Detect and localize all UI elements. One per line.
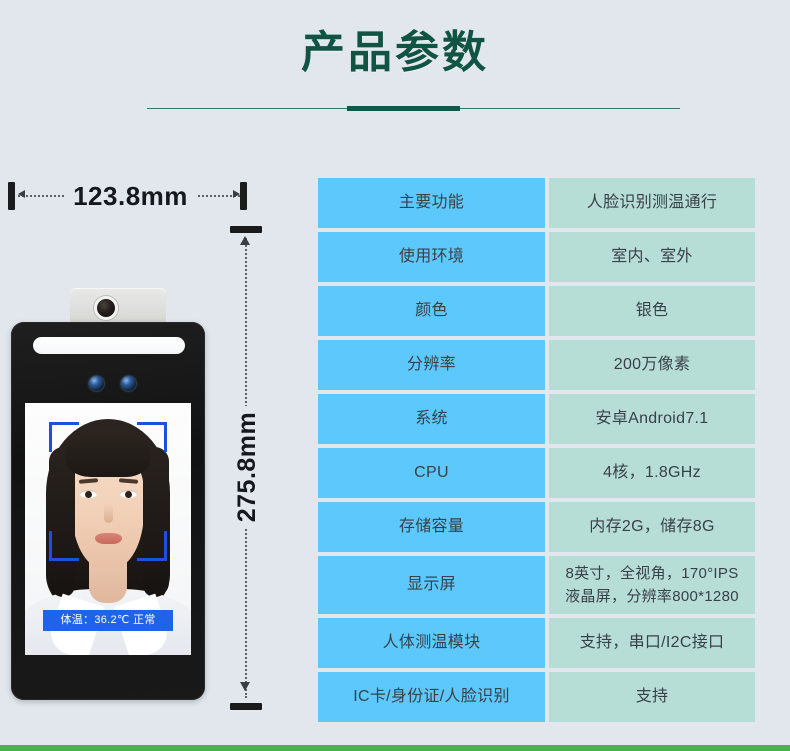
camera-lens-icon [89, 376, 104, 391]
frame-corner-top-left-icon [49, 422, 79, 452]
table-row: IC卡/身份证/人脸识别 支持 [318, 672, 755, 722]
width-dimension: 123.8mm [8, 174, 253, 218]
height-dimension-label: 275.8mm [218, 376, 276, 558]
title-divider [147, 104, 680, 114]
height-dimension-value: 275.8mm [233, 405, 261, 529]
temperature-result-banner: 体温：36.2℃ 正常 [43, 610, 173, 631]
page-header: 产品参数 [0, 0, 790, 140]
height-dimension-cap-bottom [230, 703, 262, 710]
bottom-accent-strip [0, 745, 790, 751]
table-row: 显示屏 8英寸，全视角，170°IPS 液晶屏，分辨率800*1280 [318, 556, 755, 614]
spec-value-cell: 8英寸，全视角，170°IPS 液晶屏，分辨率800*1280 [549, 556, 755, 614]
spec-key-cell: IC卡/身份证/人脸识别 [318, 672, 545, 722]
table-row: 存储容量 内存2G，储存8G [318, 502, 755, 552]
fill-light-bar [33, 337, 185, 354]
table-row: 使用环境 室内、室外 [318, 232, 755, 282]
camera-lens-icon [121, 376, 136, 391]
device-illustration-panel: 123.8mm 275.8mm 体温：36.2℃ 正常 [0, 160, 300, 730]
table-row: 主要功能 人脸识别测温通行 [318, 178, 755, 228]
device-body: 体温：36.2℃ 正常 [11, 322, 205, 700]
table-row: CPU 4核，1.8GHz [318, 448, 755, 498]
thermal-lens-icon [94, 296, 118, 320]
spec-key-cell: 主要功能 [318, 178, 545, 228]
spec-value-cell: 内存2G，储存8G [549, 502, 755, 552]
spec-value-cell: 4核，1.8GHz [549, 448, 755, 498]
spec-key-cell: CPU [318, 448, 545, 498]
spec-key-cell: 使用环境 [318, 232, 545, 282]
face-recognition-terminal: 体温：36.2℃ 正常 [11, 288, 205, 700]
frame-corner-bottom-right-icon [137, 531, 167, 561]
spec-key-cell: 颜色 [318, 286, 545, 336]
divider-accent-bar [347, 106, 460, 111]
frame-corner-top-right-icon [137, 422, 167, 452]
spec-value-cell: 室内、室外 [549, 232, 755, 282]
table-row: 颜色 银色 [318, 286, 755, 336]
spec-key-cell: 系统 [318, 394, 545, 444]
arrow-down-icon [240, 682, 250, 691]
height-dimension: 275.8mm [218, 226, 276, 710]
width-dimension-value: 123.8mm [65, 181, 196, 211]
spec-key-cell: 显示屏 [318, 556, 545, 614]
arrow-up-icon [240, 236, 250, 245]
spec-value-cell: 人脸识别测温通行 [549, 178, 755, 228]
face-detection-frame [49, 422, 167, 561]
table-row: 系统 安卓Android7.1 [318, 394, 755, 444]
table-row: 分辨率 200万像素 [318, 340, 755, 390]
spec-value-cell: 支持 [549, 672, 755, 722]
spec-value-cell: 安卓Android7.1 [549, 394, 755, 444]
spec-value-cell: 支持，串口/I2C接口 [549, 618, 755, 668]
spec-key-cell: 人体测温模块 [318, 618, 545, 668]
width-dimension-label: 123.8mm [8, 174, 253, 218]
spec-value-text: 8英寸，全视角，170°IPS 液晶屏，分辨率800*1280 [565, 565, 739, 605]
page-title: 产品参数 [301, 28, 489, 77]
spec-key-cell: 分辨率 [318, 340, 545, 390]
frame-corner-bottom-left-icon [49, 531, 79, 561]
device-screen: 体温：36.2℃ 正常 [25, 403, 191, 655]
height-dimension-cap-top [230, 226, 262, 233]
spec-value-cell: 银色 [549, 286, 755, 336]
spec-key-cell: 存储容量 [318, 502, 545, 552]
specification-table: 主要功能 人脸识别测温通行 使用环境 室内、室外 颜色 银色 分辨率 200万像素 系统 安卓An… [318, 178, 755, 722]
spec-value-cell: 200万像素 [549, 340, 755, 390]
table-row: 人体测温模块 支持，串口/I2C接口 [318, 618, 755, 668]
